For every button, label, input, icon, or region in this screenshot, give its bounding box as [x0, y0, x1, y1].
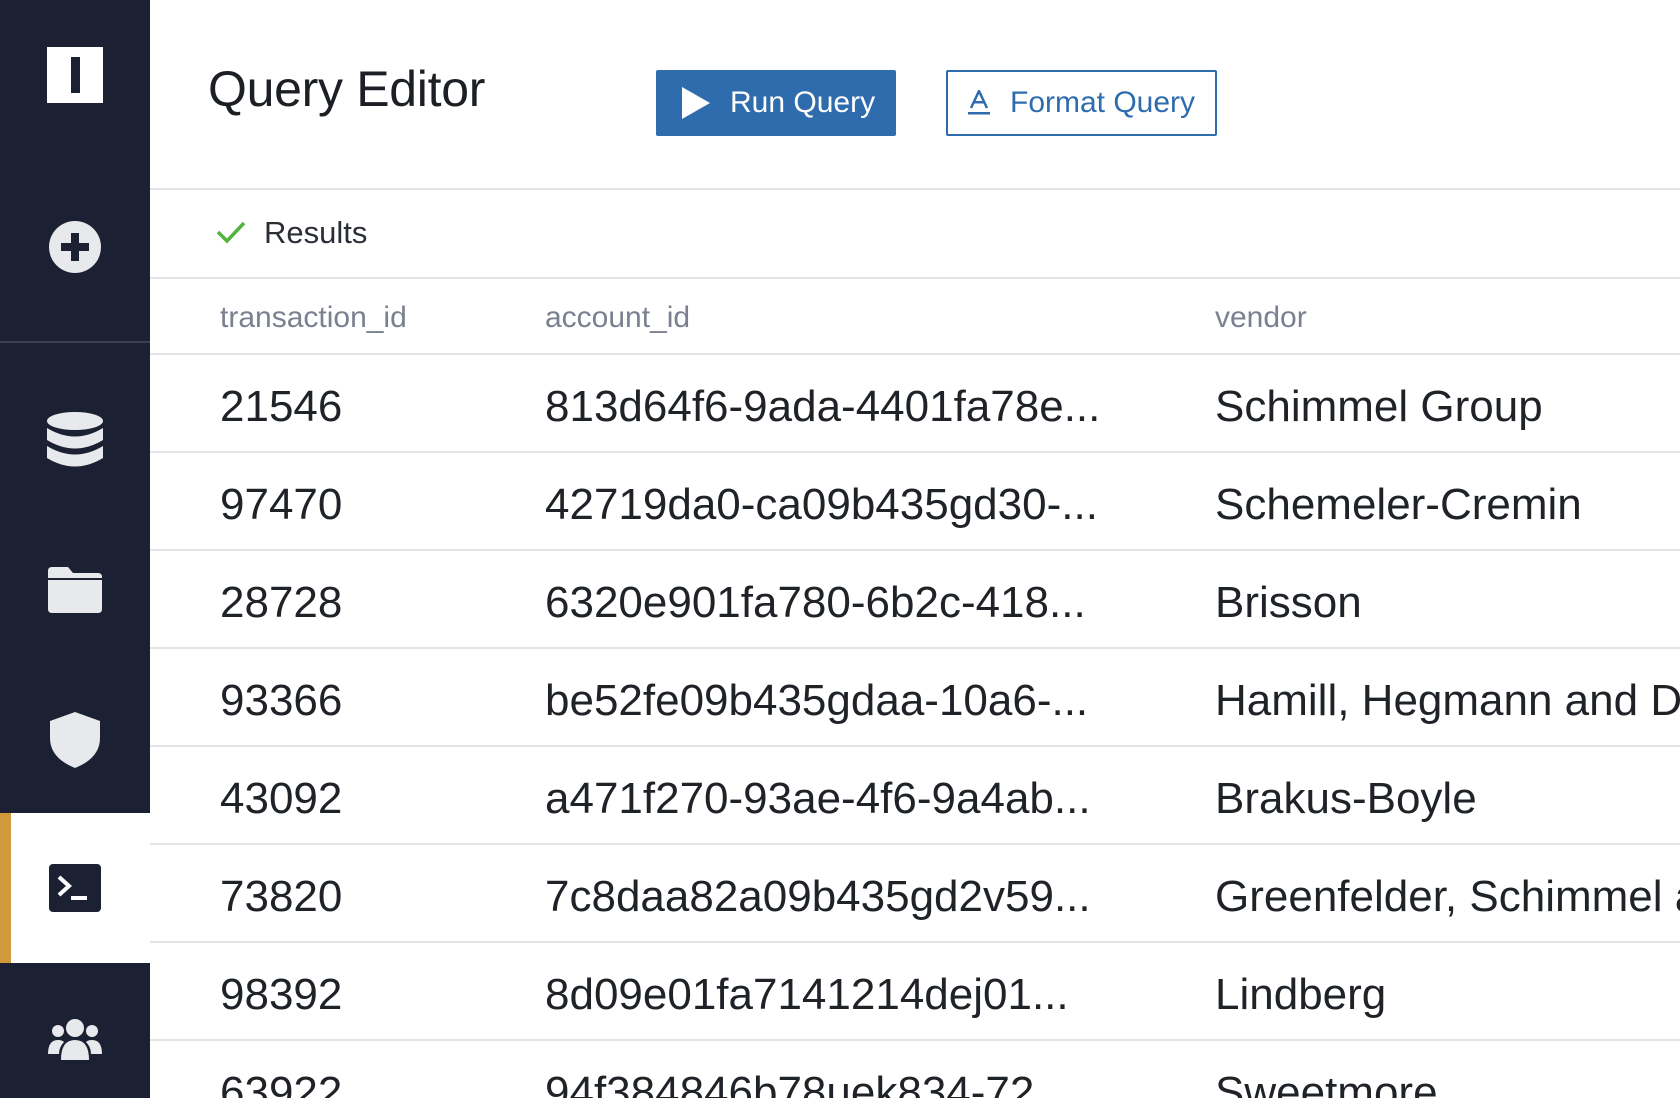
sidebar-item-home[interactable] — [0, 0, 150, 150]
sidebar-nav — [0, 0, 150, 1098]
cell-vendor: Lindberg — [1215, 970, 1387, 1019]
cell-vendor: Schimmel Group — [1215, 382, 1543, 431]
database-icon — [47, 412, 103, 467]
cell-transaction-id: 73820 — [220, 872, 343, 921]
sidebar-item-database[interactable] — [0, 365, 150, 515]
table-row[interactable]: 98392 8d09e01fa7141214dej01... Lindberg — [150, 943, 1680, 1041]
format-query-button[interactable]: Format Query — [946, 70, 1217, 136]
table-row[interactable]: 73820 7c8daa82a09b435gd2v59... Greenfeld… — [150, 845, 1680, 943]
check-icon — [216, 221, 246, 244]
cell-transaction-id: 28728 — [220, 578, 343, 627]
cell-account-id: 42719da0-ca09b435gd30-... — [545, 480, 1098, 529]
results-label: Results — [264, 215, 368, 250]
table-row[interactable]: 63922 94f384846b78uek834-72 Sweetmore — [150, 1041, 1680, 1098]
column-header-account-id[interactable]: account_id — [545, 301, 690, 335]
cell-vendor: Brakus-Boyle — [1215, 774, 1477, 823]
table-header: transaction_id account_id vendor — [150, 279, 1680, 355]
sidebar-item-users[interactable] — [0, 963, 150, 1113]
cell-account-id: 7c8daa82a09b435gd2v59... — [545, 872, 1091, 921]
table-row[interactable]: 43092 a471f270-93ae-4f6-9a4ab... Brakus-… — [150, 747, 1680, 845]
table-row[interactable]: 93366 be52fe09b435gdaa-10a6-... Hamill, … — [150, 649, 1680, 747]
table-row[interactable]: 21546 813d64f6-9ada-4401fa78e... Schimme… — [150, 355, 1680, 453]
cell-account-id: 8d09e01fa7141214dej01... — [545, 970, 1069, 1019]
play-icon — [682, 87, 710, 119]
table-row[interactable]: 28728 6320e901fa780-6b2c-418... Brisson — [150, 551, 1680, 649]
terminal-icon — [49, 864, 101, 912]
table-row[interactable]: 97470 42719da0-ca09b435gd30-... Schemele… — [150, 453, 1680, 551]
cell-account-id: 94f384846b78uek834-72 — [545, 1068, 1035, 1098]
cell-transaction-id: 43092 — [220, 774, 343, 823]
cell-vendor: Schemeler-Cremin — [1215, 480, 1582, 529]
cell-account-id: be52fe09b435gdaa-10a6-... — [545, 676, 1089, 725]
cell-transaction-id: 93366 — [220, 676, 343, 725]
sidebar-item-new[interactable] — [0, 172, 150, 322]
sidebar-divider — [0, 341, 150, 343]
add-circle-icon — [49, 221, 101, 273]
cell-transaction-id: 21546 — [220, 382, 343, 431]
cell-vendor: Brisson — [1215, 578, 1362, 627]
editor-header: Query Editor Run Query Format Query — [150, 0, 1680, 190]
cell-account-id: 813d64f6-9ada-4401fa78e... — [545, 382, 1101, 431]
cell-transaction-id: 63922 — [220, 1068, 343, 1098]
cell-vendor: Sweetmore — [1215, 1068, 1438, 1098]
format-query-label: Format Query — [1010, 86, 1196, 119]
results-table: transaction_id account_id vendor 21546 8… — [150, 279, 1680, 1098]
shield-icon — [50, 712, 100, 768]
results-tab[interactable]: Results — [150, 190, 1680, 279]
cell-vendor: Hamill, Hegmann and D — [1215, 676, 1680, 725]
sidebar-item-files[interactable] — [0, 515, 150, 665]
sidebar-item-security[interactable] — [0, 665, 150, 815]
cell-transaction-id: 97470 — [220, 480, 343, 529]
folder-icon — [48, 567, 102, 613]
run-query-label: Run Query — [730, 86, 876, 119]
page-title: Query Editor — [208, 61, 486, 117]
cell-account-id: 6320e901fa780-6b2c-418... — [545, 578, 1086, 627]
logo-icon — [47, 47, 103, 103]
cell-account-id: a471f270-93ae-4f6-9a4ab... — [545, 774, 1091, 823]
column-header-vendor[interactable]: vendor — [1215, 301, 1307, 335]
cell-vendor: Greenfelder, Schimmel a — [1215, 872, 1680, 921]
format-text-icon — [968, 90, 990, 115]
column-header-transaction-id[interactable]: transaction_id — [220, 301, 407, 335]
users-icon — [48, 1019, 102, 1060]
cell-transaction-id: 98392 — [220, 970, 343, 1019]
run-query-button[interactable]: Run Query — [656, 70, 896, 136]
sidebar-item-query-editor[interactable] — [0, 813, 150, 963]
